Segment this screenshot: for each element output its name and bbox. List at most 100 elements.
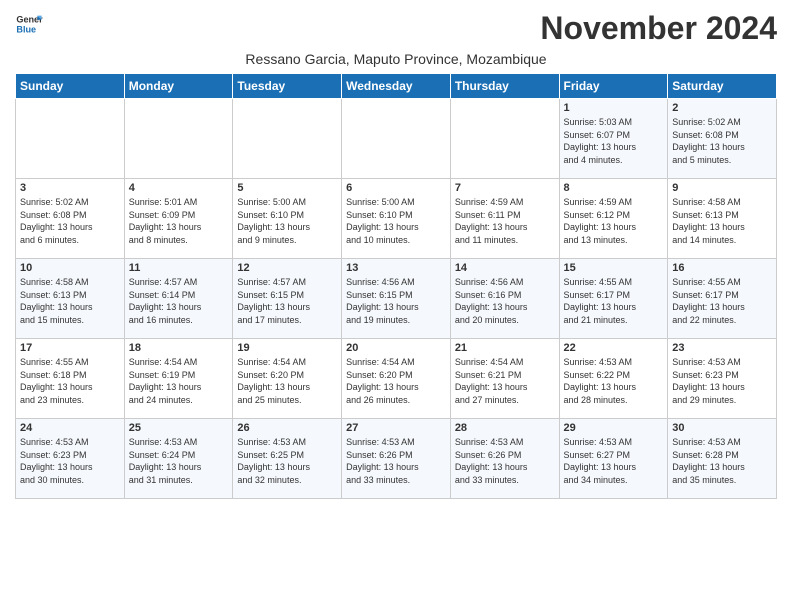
day-info: Sunrise: 4:53 AM Sunset: 6:26 PM Dayligh… [346,436,446,486]
day-info: Sunrise: 4:55 AM Sunset: 6:18 PM Dayligh… [20,356,120,406]
day-number: 19 [237,342,337,354]
day-number: 30 [672,422,772,434]
day-number: 18 [129,342,229,354]
day-info: Sunrise: 4:55 AM Sunset: 6:17 PM Dayligh… [564,276,664,326]
week-row-3: 10 Sunrise: 4:58 AM Sunset: 6:13 PM Dayli… [16,259,777,339]
day-cell: 20 Sunrise: 4:54 AM Sunset: 6:20 PM Dayli… [342,339,451,419]
weekday-header-sunday: Sunday [16,74,125,99]
day-number: 7 [455,182,555,194]
day-cell [450,99,559,179]
weekday-header-thursday: Thursday [450,74,559,99]
day-cell: 23 Sunrise: 4:53 AM Sunset: 6:23 PM Dayli… [668,339,777,419]
day-info: Sunrise: 4:53 AM Sunset: 6:24 PM Dayligh… [129,436,229,486]
day-info: Sunrise: 4:53 AM Sunset: 6:22 PM Dayligh… [564,356,664,406]
day-cell: 18 Sunrise: 4:54 AM Sunset: 6:19 PM Dayli… [124,339,233,419]
day-number: 22 [564,342,664,354]
logo-icon: General Blue [15,10,43,38]
month-title: November 2024 [540,10,777,47]
day-info: Sunrise: 4:58 AM Sunset: 6:13 PM Dayligh… [672,196,772,246]
day-number: 23 [672,342,772,354]
day-info: Sunrise: 5:01 AM Sunset: 6:09 PM Dayligh… [129,196,229,246]
calendar-table: SundayMondayTuesdayWednesdayThursdayFrid… [15,73,777,499]
weekday-header-tuesday: Tuesday [233,74,342,99]
day-info: Sunrise: 4:59 AM Sunset: 6:12 PM Dayligh… [564,196,664,246]
day-cell: 3 Sunrise: 5:02 AM Sunset: 6:08 PM Daylig… [16,179,125,259]
day-info: Sunrise: 4:57 AM Sunset: 6:15 PM Dayligh… [237,276,337,326]
weekday-header-wednesday: Wednesday [342,74,451,99]
day-number: 29 [564,422,664,434]
day-cell: 4 Sunrise: 5:01 AM Sunset: 6:09 PM Daylig… [124,179,233,259]
day-info: Sunrise: 4:53 AM Sunset: 6:25 PM Dayligh… [237,436,337,486]
day-number: 1 [564,102,664,114]
day-info: Sunrise: 4:54 AM Sunset: 6:20 PM Dayligh… [237,356,337,406]
day-cell: 28 Sunrise: 4:53 AM Sunset: 6:26 PM Dayli… [450,419,559,499]
day-cell: 7 Sunrise: 4:59 AM Sunset: 6:11 PM Daylig… [450,179,559,259]
subtitle: Ressano Garcia, Maputo Province, Mozambi… [15,51,777,67]
day-cell: 24 Sunrise: 4:53 AM Sunset: 6:23 PM Dayli… [16,419,125,499]
day-number: 8 [564,182,664,194]
day-info: Sunrise: 4:54 AM Sunset: 6:21 PM Dayligh… [455,356,555,406]
day-cell: 22 Sunrise: 4:53 AM Sunset: 6:22 PM Dayli… [559,339,668,419]
day-cell: 29 Sunrise: 4:53 AM Sunset: 6:27 PM Dayli… [559,419,668,499]
week-row-2: 3 Sunrise: 5:02 AM Sunset: 6:08 PM Daylig… [16,179,777,259]
weekday-header-row: SundayMondayTuesdayWednesdayThursdayFrid… [16,74,777,99]
day-cell: 8 Sunrise: 4:59 AM Sunset: 6:12 PM Daylig… [559,179,668,259]
day-cell: 30Sunrise: 4:53 AM Sunset: 6:28 PM Dayli… [668,419,777,499]
day-cell: 14 Sunrise: 4:56 AM Sunset: 6:16 PM Dayli… [450,259,559,339]
weekday-header-monday: Monday [124,74,233,99]
day-number: 16 [672,262,772,274]
day-number: 4 [129,182,229,194]
day-info: Sunrise: 4:53 AM Sunset: 6:26 PM Dayligh… [455,436,555,486]
day-number: 5 [237,182,337,194]
day-cell [124,99,233,179]
day-cell: 12Sunrise: 4:57 AM Sunset: 6:15 PM Dayli… [233,259,342,339]
day-cell: 25 Sunrise: 4:53 AM Sunset: 6:24 PM Dayli… [124,419,233,499]
week-row-4: 17Sunrise: 4:55 AM Sunset: 6:18 PM Dayli… [16,339,777,419]
title-block: November 2024 [540,10,777,47]
day-number: 14 [455,262,555,274]
day-info: Sunrise: 4:59 AM Sunset: 6:11 PM Dayligh… [455,196,555,246]
day-number: 25 [129,422,229,434]
day-cell: 21 Sunrise: 4:54 AM Sunset: 6:21 PM Dayli… [450,339,559,419]
day-info: Sunrise: 5:02 AM Sunset: 6:08 PM Dayligh… [20,196,120,246]
day-number: 13 [346,262,446,274]
day-number: 24 [20,422,120,434]
day-cell [16,99,125,179]
day-info: Sunrise: 4:56 AM Sunset: 6:15 PM Dayligh… [346,276,446,326]
day-number: 6 [346,182,446,194]
day-info: Sunrise: 4:53 AM Sunset: 6:23 PM Dayligh… [20,436,120,486]
day-info: Sunrise: 4:53 AM Sunset: 6:23 PM Dayligh… [672,356,772,406]
day-cell: 13 Sunrise: 4:56 AM Sunset: 6:15 PM Dayli… [342,259,451,339]
header: General Blue November 2024 [15,10,777,47]
day-number: 15 [564,262,664,274]
day-info: Sunrise: 5:00 AM Sunset: 6:10 PM Dayligh… [237,196,337,246]
day-cell: 26 Sunrise: 4:53 AM Sunset: 6:25 PM Dayli… [233,419,342,499]
day-cell: 2Sunrise: 5:02 AM Sunset: 6:08 PM Daylig… [668,99,777,179]
day-number: 2 [672,102,772,114]
day-info: Sunrise: 4:57 AM Sunset: 6:14 PM Dayligh… [129,276,229,326]
day-cell: 11Sunrise: 4:57 AM Sunset: 6:14 PM Dayli… [124,259,233,339]
day-info: Sunrise: 4:54 AM Sunset: 6:19 PM Dayligh… [129,356,229,406]
day-info: Sunrise: 4:56 AM Sunset: 6:16 PM Dayligh… [455,276,555,326]
day-cell [342,99,451,179]
day-cell: 17Sunrise: 4:55 AM Sunset: 6:18 PM Dayli… [16,339,125,419]
day-number: 21 [455,342,555,354]
day-cell: 15 Sunrise: 4:55 AM Sunset: 6:17 PM Dayli… [559,259,668,339]
day-number: 28 [455,422,555,434]
day-cell: 10 Sunrise: 4:58 AM Sunset: 6:13 PM Dayli… [16,259,125,339]
weekday-header-saturday: Saturday [668,74,777,99]
day-number: 26 [237,422,337,434]
week-row-1: 1Sunrise: 5:03 AM Sunset: 6:07 PM Daylig… [16,99,777,179]
day-cell [233,99,342,179]
day-number: 10 [20,262,120,274]
day-cell: 6Sunrise: 5:00 AM Sunset: 6:10 PM Daylig… [342,179,451,259]
day-info: Sunrise: 4:53 AM Sunset: 6:27 PM Dayligh… [564,436,664,486]
logo: General Blue [15,10,43,38]
day-number: 3 [20,182,120,194]
day-info: Sunrise: 4:55 AM Sunset: 6:17 PM Dayligh… [672,276,772,326]
day-info: Sunrise: 4:58 AM Sunset: 6:13 PM Dayligh… [20,276,120,326]
day-number: 27 [346,422,446,434]
day-info: Sunrise: 4:54 AM Sunset: 6:20 PM Dayligh… [346,356,446,406]
day-number: 20 [346,342,446,354]
day-cell: 9Sunrise: 4:58 AM Sunset: 6:13 PM Daylig… [668,179,777,259]
